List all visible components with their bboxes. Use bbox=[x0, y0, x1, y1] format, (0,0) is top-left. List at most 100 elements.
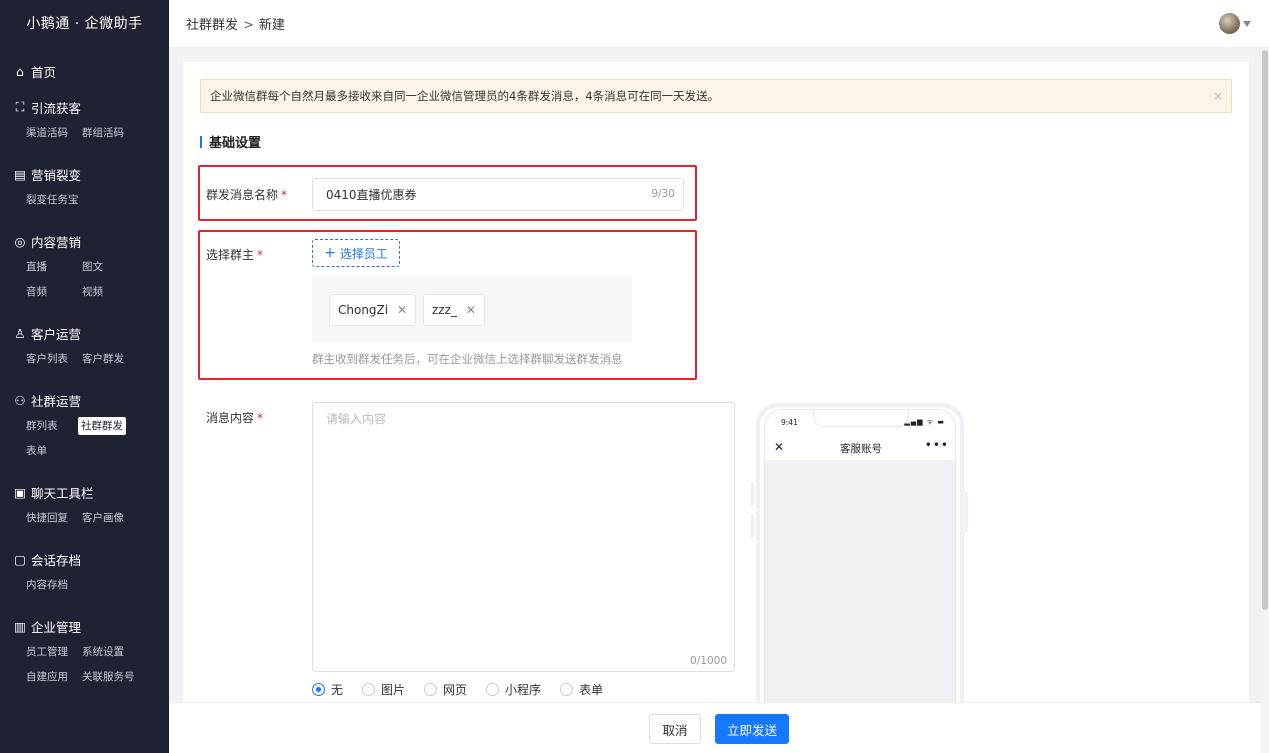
main-card: 企业微信群每个自然月最多接收来自同一企业微信管理员的4条群发消息，4条消息可在同… bbox=[183, 62, 1249, 703]
caret-down-icon[interactable] bbox=[1243, 20, 1251, 27]
radio-dot[interactable] bbox=[424, 683, 438, 696]
nav-group: ▤ 营销裂变裂变任务宝 bbox=[0, 163, 169, 216]
sidebar-item[interactable]: 关联服务号 bbox=[82, 668, 138, 686]
sidebar-item[interactable]: 表单 bbox=[26, 442, 82, 460]
radio-label: 网页 bbox=[443, 683, 468, 697]
sidebar-item[interactable]: 裂变任务宝 bbox=[26, 191, 82, 209]
owner-label-text: 选择群主 bbox=[206, 248, 255, 262]
attachment-radio[interactable]: 图片 bbox=[362, 681, 405, 698]
nav-group-title[interactable]: ▤ 营销裂变 bbox=[0, 163, 169, 185]
phone-side-button bbox=[751, 514, 754, 538]
required-mark: * bbox=[257, 248, 264, 262]
attachment-type-radios: 无 图片 网页 小程序 表单 bbox=[312, 681, 622, 698]
nav-group-title[interactable]: ⌂ 首页 bbox=[0, 60, 169, 82]
status-icons: ▂▄▆ ᯤ ▬ bbox=[904, 418, 945, 426]
sidebar-item[interactable]: 内容存档 bbox=[26, 576, 82, 594]
content-placeholder: 请输入内容 bbox=[326, 412, 387, 426]
content-label-text: 消息内容 bbox=[206, 411, 255, 425]
phone-side-button bbox=[965, 492, 968, 532]
sidebar-item[interactable]: 客户画像 bbox=[82, 509, 138, 527]
preview-title: 客服账号 bbox=[840, 442, 882, 455]
phone-chat-body bbox=[765, 460, 955, 703]
scrollbar-thumb[interactable] bbox=[1262, 50, 1268, 610]
nav-group-title[interactable]: ▢ 会话存档 bbox=[0, 548, 169, 570]
user-menu[interactable] bbox=[1219, 13, 1251, 34]
select-staff-button[interactable]: + 选择员工 bbox=[312, 239, 400, 267]
nav-group-title[interactable]: ◎ 内容营销 bbox=[0, 230, 169, 252]
phone-side-button bbox=[751, 482, 754, 506]
attachment-radio[interactable]: 无 bbox=[312, 681, 343, 698]
sidebar-item[interactable]: 快捷回复 bbox=[26, 509, 82, 527]
send-now-button[interactable]: 立即发送 bbox=[715, 714, 789, 744]
attachment-radio[interactable]: 小程序 bbox=[486, 681, 541, 698]
required-mark: * bbox=[281, 188, 288, 202]
attachment-radio[interactable]: 表单 bbox=[560, 681, 603, 698]
nav-group-label: 引流获客 bbox=[31, 100, 82, 116]
nav-group-label: 企业管理 bbox=[31, 619, 82, 635]
remove-tag-icon[interactable]: ✕ bbox=[397, 303, 407, 317]
cancel-button[interactable]: 取消 bbox=[649, 714, 701, 744]
notice-alert: 企业微信群每个自然月最多接收来自同一企业微信管理员的4条群发消息，4条消息可在同… bbox=[200, 79, 1232, 113]
radio-dot[interactable] bbox=[486, 683, 500, 696]
footer-bar: 取消 立即发送 bbox=[169, 702, 1261, 753]
sidebar-item[interactable]: 系统设置 bbox=[82, 643, 138, 661]
owner-field-label: 选择群主 * bbox=[206, 246, 263, 263]
nav-group-title[interactable]: ⛶ 引流获客 bbox=[0, 96, 169, 118]
name-char-count: 9/30 bbox=[651, 188, 675, 200]
nav-group: ♙ 客户运营客户列表 客户群发 bbox=[0, 322, 169, 375]
breadcrumb: 社群群发 > 新建 bbox=[186, 14, 285, 33]
nav-group: ▥ 企业管理员工管理 系统设置 自建应用 关联服务号 bbox=[0, 615, 169, 693]
message-name-input[interactable]: 0410直播优惠券 9/30 bbox=[312, 178, 684, 211]
select-staff-label: 选择员工 bbox=[339, 246, 388, 261]
nav-group: ⛶ 引流获客渠道活码 群组活码 bbox=[0, 96, 169, 149]
vertical-scrollbar[interactable] bbox=[1261, 48, 1269, 753]
attachment-radio[interactable]: 网页 bbox=[424, 681, 467, 698]
sidebar-item[interactable]: 音频 bbox=[26, 283, 82, 301]
radio-dot[interactable] bbox=[312, 683, 325, 696]
split-icon: ▤ bbox=[14, 166, 26, 182]
sidebar-item[interactable]: 群列表 bbox=[26, 417, 82, 435]
radio-label: 无 bbox=[331, 683, 344, 697]
phone-notch bbox=[813, 410, 909, 427]
nav-sub-list: 内容存档 bbox=[0, 576, 169, 601]
nav-group-title[interactable]: ▥ 企业管理 bbox=[0, 615, 169, 637]
sidebar-item[interactable]: 客户群发 bbox=[82, 350, 138, 368]
radio-dot[interactable] bbox=[560, 683, 574, 696]
alert-text: 企业微信群每个自然月最多接收来自同一企业微信管理员的4条群发消息，4条消息可在同… bbox=[210, 89, 720, 103]
sidebar-item[interactable]: 直播 bbox=[26, 258, 82, 276]
radio-dot[interactable] bbox=[362, 683, 376, 696]
sidebar-item[interactable]: 图文 bbox=[82, 258, 138, 276]
sidebar-item[interactable]: 视频 bbox=[82, 283, 138, 301]
radio-label: 图片 bbox=[381, 683, 406, 697]
message-content-textarea[interactable]: 请输入内容 0/1000 bbox=[312, 402, 735, 672]
nav-group-label: 客户运营 bbox=[31, 326, 82, 342]
plus-icon: + bbox=[324, 245, 336, 261]
content-icon: ◎ bbox=[14, 233, 26, 249]
breadcrumb-item-parent[interactable]: 社群群发 bbox=[186, 18, 238, 33]
name-label-text: 群发消息名称 bbox=[206, 188, 279, 202]
nav-group-title[interactable]: ♙ 客户运营 bbox=[0, 322, 169, 344]
nav-group-title[interactable]: ▣ 聊天工具栏 bbox=[0, 481, 169, 503]
nav-group-label: 会话存档 bbox=[31, 552, 82, 568]
home-icon: ⌂ bbox=[16, 63, 24, 79]
sidebar-item[interactable]: 自建应用 bbox=[26, 668, 82, 686]
nav-sub-list: 客户列表 客户群发 bbox=[0, 350, 169, 375]
section-title-text: 基础设置 bbox=[209, 136, 262, 151]
sidebar-item[interactable]: 客户列表 bbox=[26, 350, 82, 368]
nav-group-label: 首页 bbox=[31, 64, 57, 80]
sidebar-item[interactable]: 群组活码 bbox=[82, 124, 138, 142]
sidebar-item[interactable]: 社群群发 bbox=[78, 417, 126, 435]
nav-group: ⚇ 社群运营群列表 社群群发表单 bbox=[0, 389, 169, 467]
top-header: 社群群发 > 新建 bbox=[169, 0, 1269, 48]
message-name-value: 0410直播优惠券 bbox=[326, 188, 417, 202]
nav-group: ◎ 内容营销直播 图文 音频 视频 bbox=[0, 230, 169, 308]
name-field-label: 群发消息名称 * bbox=[206, 186, 287, 203]
nav-group-title[interactable]: ⚇ 社群运营 bbox=[0, 389, 169, 411]
close-icon[interactable]: × bbox=[1213, 89, 1223, 103]
phone-screen: 9:41 ▂▄▆ ᯤ ▬ ✕ 客服账号 ••• bbox=[764, 409, 956, 703]
remove-tag-icon[interactable]: ✕ bbox=[466, 303, 476, 317]
sidebar-item[interactable]: 员工管理 bbox=[26, 643, 82, 661]
content-char-count: 0/1000 bbox=[690, 655, 727, 667]
sidebar-item[interactable]: 渠道活码 bbox=[26, 124, 82, 142]
avatar[interactable] bbox=[1219, 13, 1240, 34]
